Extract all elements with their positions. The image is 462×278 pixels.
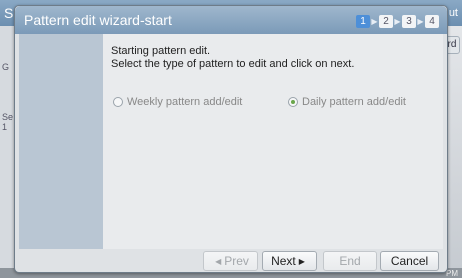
prev-button-label: Prev: [224, 254, 249, 268]
radio-checked-icon: [288, 97, 298, 107]
wizard-footer: ◀ Prev Next ▶ End Cancel: [15, 249, 447, 272]
background-title-right: ut: [448, 7, 458, 19]
cancel-button[interactable]: Cancel: [380, 251, 439, 271]
instruction-line-1: Starting pattern edit.: [111, 45, 211, 57]
right-arrow-icon: ▶: [298, 256, 305, 266]
pattern-edit-wizard-dialog: Pattern edit wizard-start 1 ▶ 2 ▶ 3 ▶ 4 …: [14, 5, 448, 273]
weekly-pattern-label: Weekly pattern add/edit: [127, 96, 243, 108]
left-arrow-icon: ◀: [215, 256, 222, 266]
end-button[interactable]: End: [323, 251, 377, 271]
background-label-1: 1: [2, 122, 8, 132]
step-3: 3: [402, 15, 416, 28]
weekly-pattern-radio[interactable]: Weekly pattern add/edit: [113, 96, 242, 108]
background-status-time: PM: [446, 269, 458, 278]
end-button-label: End: [339, 254, 361, 268]
instruction-line-2: Select the type of pattern to edit and c…: [111, 58, 355, 70]
step-1: 1: [356, 15, 370, 28]
next-button[interactable]: Next ▶: [262, 251, 317, 271]
daily-pattern-radio[interactable]: Daily pattern add/edit: [288, 96, 406, 108]
step-separator-icon: ▶: [371, 17, 378, 26]
step-separator-icon: ▶: [394, 17, 401, 26]
next-button-label: Next: [271, 254, 296, 268]
step-indicator: 1 ▶ 2 ▶ 3 ▶ 4: [356, 15, 439, 28]
dialog-titlebar: Pattern edit wizard-start 1 ▶ 2 ▶ 3 ▶ 4: [15, 6, 447, 34]
dialog-title: Pattern edit wizard-start: [24, 12, 172, 28]
prev-button[interactable]: ◀ Prev: [203, 251, 258, 271]
cancel-button-label: Cancel: [390, 254, 429, 268]
step-2: 2: [379, 15, 393, 28]
step-separator-icon: ▶: [417, 17, 424, 26]
radio-unchecked-icon: [113, 97, 123, 107]
background-label-se: Se: [2, 112, 14, 122]
step-4: 4: [425, 15, 439, 28]
wizard-sidebar: [19, 34, 103, 249]
wizard-content: Starting pattern edit. Select the type o…: [103, 34, 443, 249]
daily-pattern-label: Daily pattern add/edit: [302, 96, 406, 108]
background-label-g: G: [2, 62, 10, 72]
